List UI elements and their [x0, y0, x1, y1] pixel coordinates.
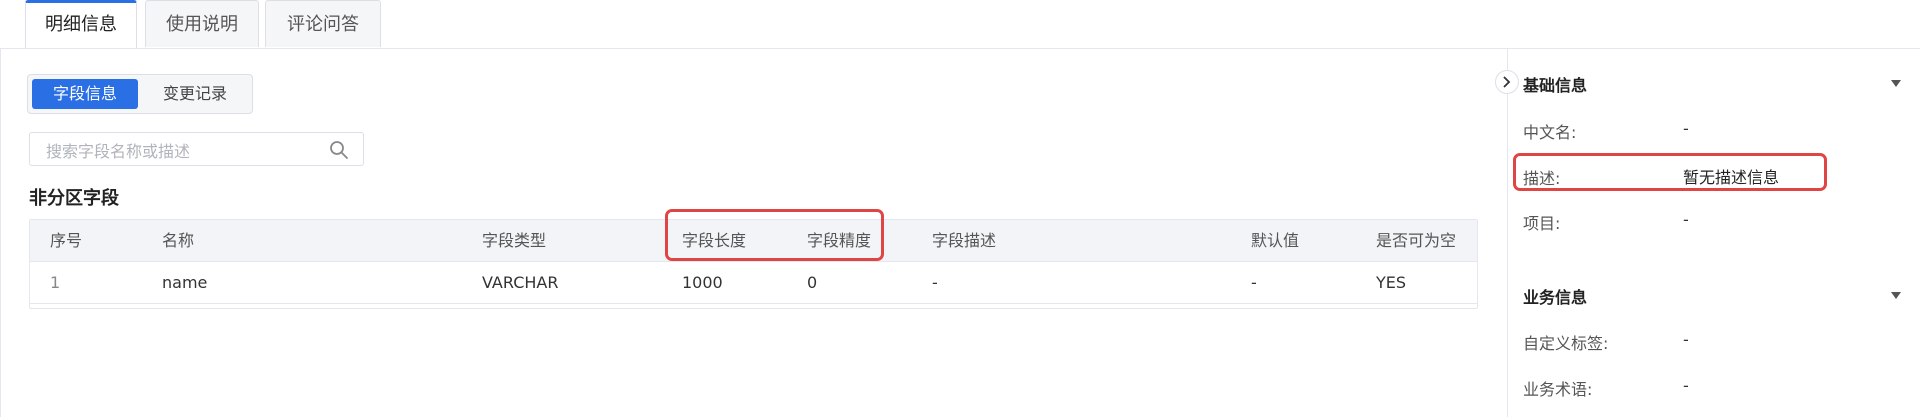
value-project: -	[1683, 210, 1689, 229]
tab-usage-guide[interactable]: 使用说明	[145, 0, 259, 47]
tabs-divider	[0, 48, 1920, 49]
section-title-non-partition-fields: 非分区字段	[29, 188, 119, 209]
segment-change-log[interactable]: 变更记录	[142, 79, 248, 109]
cell-precision: 0	[807, 273, 818, 292]
value-chinese-name: -	[1683, 119, 1689, 138]
collapse-panel-button[interactable]	[1495, 70, 1519, 94]
col-header-default: 默认值	[1251, 231, 1300, 250]
search-icon[interactable]	[329, 140, 349, 160]
content-left-border	[0, 48, 1, 417]
value-business-terms: -	[1683, 376, 1689, 395]
tab-comments-qa[interactable]: 评论问答	[265, 0, 381, 47]
cell-nullable: YES	[1376, 273, 1407, 292]
cell-description: -	[932, 273, 938, 292]
col-header-name: 名称	[162, 231, 195, 250]
side-panel-divider	[1507, 48, 1508, 417]
label-custom-tags: 自定义标签:	[1523, 334, 1609, 353]
label-chinese-name: 中文名:	[1523, 123, 1577, 142]
tab-detail-info[interactable]: 明细信息	[25, 0, 137, 49]
table-row[interactable]: 1 name VARCHAR 1000 0 - - YES	[30, 262, 1477, 304]
cell-name: name	[162, 273, 208, 292]
cell-index: 1	[50, 273, 61, 292]
col-header-nullable: 是否可为空	[1376, 231, 1457, 250]
field-search-input[interactable]	[44, 139, 308, 163]
highlight-box-length-precision	[665, 209, 884, 261]
cell-length: 1000	[682, 273, 723, 292]
col-header-type: 字段类型	[482, 231, 547, 250]
value-custom-tags: -	[1683, 330, 1689, 349]
col-header-index: 序号	[50, 231, 83, 250]
chevron-down-icon[interactable]	[1891, 292, 1901, 299]
field-search-box	[29, 132, 364, 166]
highlight-box-description	[1513, 153, 1827, 191]
cell-type: VARCHAR	[482, 273, 559, 292]
field-view-switch: 字段信息 变更记录	[27, 74, 253, 114]
col-header-description: 字段描述	[932, 231, 997, 250]
basic-info-title[interactable]: 基础信息	[1523, 72, 1587, 96]
label-project: 项目:	[1523, 214, 1561, 233]
business-info-title[interactable]: 业务信息	[1523, 284, 1587, 308]
chevron-down-icon[interactable]	[1891, 80, 1901, 87]
chevron-right-icon	[1503, 76, 1511, 88]
cell-default: -	[1251, 273, 1257, 292]
segment-field-info[interactable]: 字段信息	[32, 79, 138, 109]
label-business-terms: 业务术语:	[1523, 380, 1593, 399]
